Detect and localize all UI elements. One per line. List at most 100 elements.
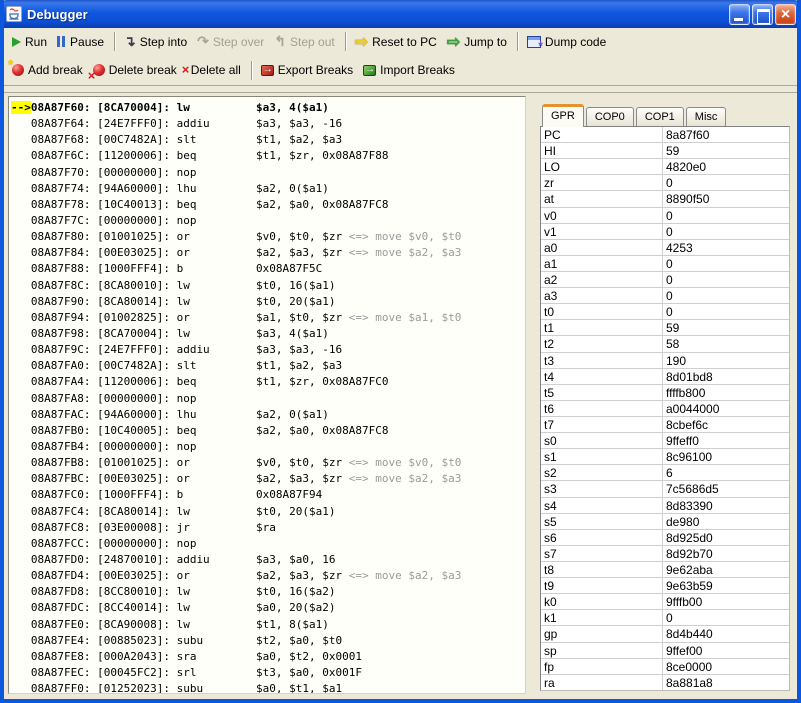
register-value[interactable]: 8c96100 bbox=[663, 449, 789, 464]
register-value[interactable]: 0 bbox=[663, 610, 789, 625]
register-value[interactable]: 4820e0 bbox=[663, 159, 789, 174]
minimize-button[interactable] bbox=[729, 4, 750, 25]
register-row[interactable]: t258 bbox=[541, 336, 789, 352]
register-row[interactable]: t159 bbox=[541, 320, 789, 336]
disasm-line[interactable]: 08A87FDC: [8CC40014]: lw $a0, 20($a2) bbox=[11, 600, 525, 616]
register-row[interactable]: a30 bbox=[541, 288, 789, 304]
register-value[interactable]: 8d01bd8 bbox=[663, 369, 789, 384]
register-row[interactable]: sp9ffef00 bbox=[541, 643, 789, 659]
disasm-line[interactable]: 08A87FD0: [24870010]: addiu $a3, $a0, 16 bbox=[11, 552, 525, 568]
register-row[interactable]: s18c96100 bbox=[541, 449, 789, 465]
disasm-line[interactable]: 08A87F88: [1000FFF4]: b 0x08A87F5C bbox=[11, 261, 525, 277]
register-value[interactable]: 8d92b70 bbox=[663, 546, 789, 561]
register-value[interactable]: 9fffb00 bbox=[663, 594, 789, 609]
register-row[interactable]: ra8a881a8 bbox=[541, 675, 789, 690]
register-value[interactable]: 8d4b440 bbox=[663, 626, 789, 641]
register-value[interactable]: 9ffeff0 bbox=[663, 433, 789, 448]
register-row[interactable]: t48d01bd8 bbox=[541, 369, 789, 385]
register-value[interactable]: 0 bbox=[663, 288, 789, 303]
register-row[interactable]: PC8a87f60 bbox=[541, 127, 789, 143]
register-row[interactable]: LO4820e0 bbox=[541, 159, 789, 175]
register-row[interactable]: a04253 bbox=[541, 240, 789, 256]
register-row[interactable]: s09ffeff0 bbox=[541, 433, 789, 449]
register-row[interactable]: k10 bbox=[541, 610, 789, 626]
register-row[interactable]: t78cbef6c bbox=[541, 417, 789, 433]
disasm-line[interactable]: 08A87F6C: [11200006]: beq $t1, $zr, 0x08… bbox=[11, 148, 525, 164]
register-row[interactable]: t3190 bbox=[541, 353, 789, 369]
register-value[interactable]: 8d83390 bbox=[663, 498, 789, 513]
register-row[interactable]: t89e62aba bbox=[541, 562, 789, 578]
register-row[interactable]: s68d925d0 bbox=[541, 530, 789, 546]
disasm-line[interactable]: 08A87F94: [01002825]: or $a1, $t0, $zr <… bbox=[11, 310, 525, 326]
disasm-line[interactable]: 08A87FC0: [1000FFF4]: b 0x08A87F94 bbox=[11, 487, 525, 503]
disasm-line[interactable]: 08A87F98: [8CA70004]: lw $a3, 4($a1) bbox=[11, 326, 525, 342]
register-row[interactable]: s26 bbox=[541, 465, 789, 481]
add-break-button[interactable]: Add break bbox=[8, 61, 89, 79]
register-row[interactable]: k09fffb00 bbox=[541, 594, 789, 610]
disassembly-panel[interactable]: -->08A87F60: [8CA70004]: lw $a3, 4($a1) … bbox=[8, 96, 526, 694]
register-row[interactable]: s48d83390 bbox=[541, 498, 789, 514]
disasm-line[interactable]: 08A87FA0: [00C7482A]: slt $t1, $a2, $a3 bbox=[11, 358, 525, 374]
register-value[interactable]: 9ffef00 bbox=[663, 643, 789, 658]
disasm-line[interactable]: 08A87FA4: [11200006]: beq $t1, $zr, 0x08… bbox=[11, 374, 525, 390]
delete-all-button[interactable]: Delete all bbox=[183, 61, 247, 79]
step-into-button[interactable]: Step into bbox=[120, 31, 193, 52]
disasm-line[interactable]: 08A87FE0: [8CA90008]: lw $t1, 8($a1) bbox=[11, 617, 525, 633]
disasm-line[interactable]: 08A87F80: [01001025]: or $v0, $t0, $zr <… bbox=[11, 229, 525, 245]
register-value[interactable]: 9e62aba bbox=[663, 562, 789, 577]
register-row[interactable]: t99e63b59 bbox=[541, 578, 789, 594]
register-value[interactable]: 59 bbox=[663, 143, 789, 158]
register-row[interactable]: at8890f50 bbox=[541, 191, 789, 207]
register-value[interactable]: 58 bbox=[663, 336, 789, 351]
register-value[interactable]: 0 bbox=[663, 272, 789, 287]
register-value[interactable]: 59 bbox=[663, 320, 789, 335]
register-value[interactable]: 6 bbox=[663, 465, 789, 480]
register-value[interactable]: 8cbef6c bbox=[663, 417, 789, 432]
register-value[interactable]: 0 bbox=[663, 208, 789, 223]
register-value[interactable]: 0 bbox=[663, 175, 789, 190]
register-row[interactable]: t5ffffb800 bbox=[541, 385, 789, 401]
register-row[interactable]: v10 bbox=[541, 224, 789, 240]
disasm-line[interactable]: 08A87FF0: [01252023]: subu $a0, $t1, $a1 bbox=[11, 681, 525, 694]
register-row[interactable]: HI59 bbox=[541, 143, 789, 159]
tab-misc[interactable]: Misc bbox=[686, 107, 727, 126]
pause-button[interactable]: Pause bbox=[53, 33, 110, 51]
register-value[interactable]: ffffb800 bbox=[663, 385, 789, 400]
register-row[interactable]: s5de980 bbox=[541, 514, 789, 530]
jump-to-button[interactable]: Jump to bbox=[443, 30, 513, 54]
register-value[interactable]: 190 bbox=[663, 353, 789, 368]
disasm-line[interactable]: 08A87FAC: [94A60000]: lhu $a2, 0($a1) bbox=[11, 407, 525, 423]
register-value[interactable]: 4253 bbox=[663, 240, 789, 255]
run-button[interactable]: Run bbox=[8, 33, 53, 51]
register-value[interactable]: 8a87f60 bbox=[663, 127, 789, 142]
export-breaks-button[interactable]: Export Breaks bbox=[257, 61, 359, 79]
disasm-line[interactable]: 08A87FB4: [00000000]: nop bbox=[11, 439, 525, 455]
disasm-line[interactable]: -->08A87F60: [8CA70004]: lw $a3, 4($a1) bbox=[11, 100, 525, 116]
delete-break-button[interactable]: Delete break bbox=[89, 61, 183, 79]
disasm-line[interactable]: 08A87FC4: [8CA80014]: lw $t0, 20($a1) bbox=[11, 504, 525, 520]
disasm-line[interactable]: 08A87FEC: [00045FC2]: srl $t3, $a0, 0x00… bbox=[11, 665, 525, 681]
disasm-line[interactable]: 08A87F90: [8CA80014]: lw $t0, 20($a1) bbox=[11, 294, 525, 310]
disasm-line[interactable]: 08A87F70: [00000000]: nop bbox=[11, 165, 525, 181]
register-value[interactable]: 0 bbox=[663, 304, 789, 319]
maximize-button[interactable] bbox=[752, 4, 773, 25]
disasm-line[interactable]: 08A87FB0: [10C40005]: beq $a2, $a0, 0x08… bbox=[11, 423, 525, 439]
disasm-line[interactable]: 08A87FB8: [01001025]: or $v0, $t0, $zr <… bbox=[11, 455, 525, 471]
register-value[interactable]: 7c5686d5 bbox=[663, 481, 789, 496]
disasm-line[interactable]: 08A87F68: [00C7482A]: slt $t1, $a2, $a3 bbox=[11, 132, 525, 148]
register-row[interactable]: a20 bbox=[541, 272, 789, 288]
disasm-line[interactable]: 08A87F64: [24E7FFF0]: addiu $a3, $a3, -1… bbox=[11, 116, 525, 132]
disasm-line[interactable]: 08A87FA8: [00000000]: nop bbox=[11, 391, 525, 407]
register-value[interactable]: 8890f50 bbox=[663, 191, 789, 206]
close-button[interactable] bbox=[775, 4, 796, 25]
tab-gpr[interactable]: GPR bbox=[542, 104, 584, 127]
register-value[interactable]: a0044000 bbox=[663, 401, 789, 416]
register-value[interactable]: de980 bbox=[663, 514, 789, 529]
disasm-line[interactable]: 08A87F84: [00E03025]: or $a2, $a3, $zr <… bbox=[11, 245, 525, 261]
disasm-line[interactable]: 08A87FD8: [8CC80010]: lw $t0, 16($a2) bbox=[11, 584, 525, 600]
disasm-line[interactable]: 08A87F8C: [8CA80010]: lw $t0, 16($a1) bbox=[11, 278, 525, 294]
register-row[interactable]: fp8ce0000 bbox=[541, 659, 789, 675]
register-row[interactable]: s78d92b70 bbox=[541, 546, 789, 562]
disasm-line[interactable]: 08A87FCC: [00000000]: nop bbox=[11, 536, 525, 552]
disasm-line[interactable]: 08A87F78: [10C40013]: beq $a2, $a0, 0x08… bbox=[11, 197, 525, 213]
